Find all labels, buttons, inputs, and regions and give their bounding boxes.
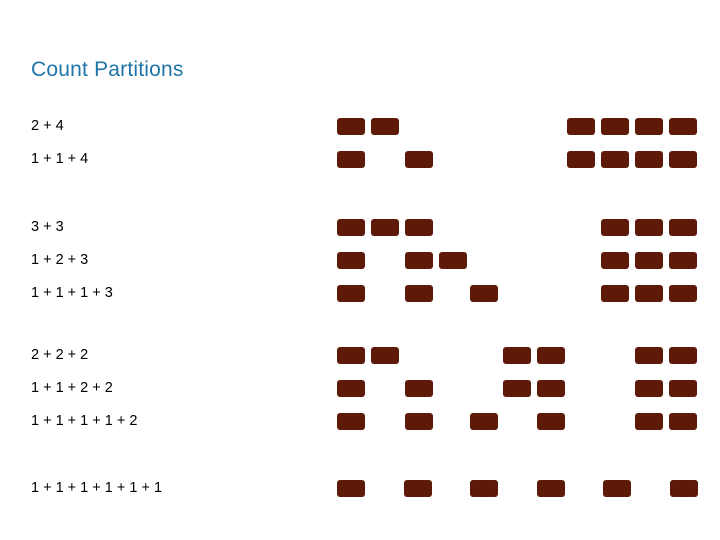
brick-unit	[404, 480, 432, 497]
brick-unit	[669, 151, 697, 168]
brick-diagram	[0, 219, 720, 236]
brick-unit	[601, 285, 629, 302]
partition-row: 3 + 3	[0, 219, 720, 252]
brick-unit	[371, 347, 399, 364]
brick-unit	[337, 285, 365, 302]
partition-row: 1 + 2 + 3	[0, 252, 720, 285]
brick-unit	[601, 151, 629, 168]
brick-unit	[405, 413, 433, 430]
brick-unit	[337, 219, 365, 236]
brick-unit	[635, 151, 663, 168]
brick-diagram	[0, 118, 720, 135]
brick-unit	[337, 480, 365, 497]
brick-unit	[503, 347, 531, 364]
brick-unit	[635, 285, 663, 302]
brick-unit	[537, 480, 565, 497]
brick-unit	[669, 413, 697, 430]
brick-unit	[405, 219, 433, 236]
partition-row: 1 + 1 + 1 + 1 + 1 + 1	[0, 480, 720, 513]
brick-unit	[337, 118, 365, 135]
page-title: Count Partitions	[31, 58, 184, 81]
brick-diagram	[0, 347, 720, 364]
brick-unit	[337, 347, 365, 364]
brick-unit	[635, 413, 663, 430]
partition-row: 2 + 4	[0, 118, 720, 151]
brick-unit	[470, 285, 498, 302]
brick-unit	[537, 413, 565, 430]
brick-unit	[537, 347, 565, 364]
brick-unit	[669, 219, 697, 236]
brick-unit	[603, 480, 631, 497]
brick-unit	[567, 151, 595, 168]
brick-unit	[405, 151, 433, 168]
brick-unit	[405, 380, 433, 397]
partition-row: 2 + 2 + 2	[0, 347, 720, 380]
brick-unit	[669, 118, 697, 135]
brick-unit	[470, 480, 498, 497]
brick-unit	[601, 219, 629, 236]
brick-unit	[635, 380, 663, 397]
brick-unit	[635, 347, 663, 364]
partition-row: 1 + 1 + 1 + 1 + 2	[0, 413, 720, 446]
brick-diagram	[0, 413, 720, 430]
brick-unit	[669, 380, 697, 397]
brick-unit	[635, 219, 663, 236]
brick-diagram	[0, 285, 720, 302]
brick-unit	[669, 252, 697, 269]
partition-row: 1 + 1 + 2 + 2	[0, 380, 720, 413]
brick-unit	[337, 151, 365, 168]
brick-unit	[337, 252, 365, 269]
brick-unit	[371, 219, 399, 236]
brick-unit	[601, 118, 629, 135]
brick-unit	[337, 413, 365, 430]
brick-unit	[537, 380, 565, 397]
brick-unit	[503, 380, 531, 397]
brick-unit	[337, 380, 365, 397]
brick-unit	[669, 285, 697, 302]
brick-diagram	[0, 151, 720, 168]
partition-row: 1 + 1 + 1 + 3	[0, 285, 720, 318]
brick-unit	[669, 347, 697, 364]
brick-unit	[405, 285, 433, 302]
brick-unit	[670, 480, 698, 497]
brick-unit	[439, 252, 467, 269]
brick-unit	[470, 413, 498, 430]
brick-unit	[635, 118, 663, 135]
brick-unit	[371, 118, 399, 135]
brick-unit	[405, 252, 433, 269]
brick-diagram	[0, 380, 720, 397]
brick-diagram	[0, 252, 720, 269]
brick-unit	[635, 252, 663, 269]
partition-row: 1 + 1 + 4	[0, 151, 720, 184]
slide-canvas: Count Partitions 2 + 41 + 1 + 43 + 31 + …	[0, 0, 720, 540]
brick-unit	[567, 118, 595, 135]
brick-unit	[601, 252, 629, 269]
brick-diagram	[0, 480, 720, 497]
